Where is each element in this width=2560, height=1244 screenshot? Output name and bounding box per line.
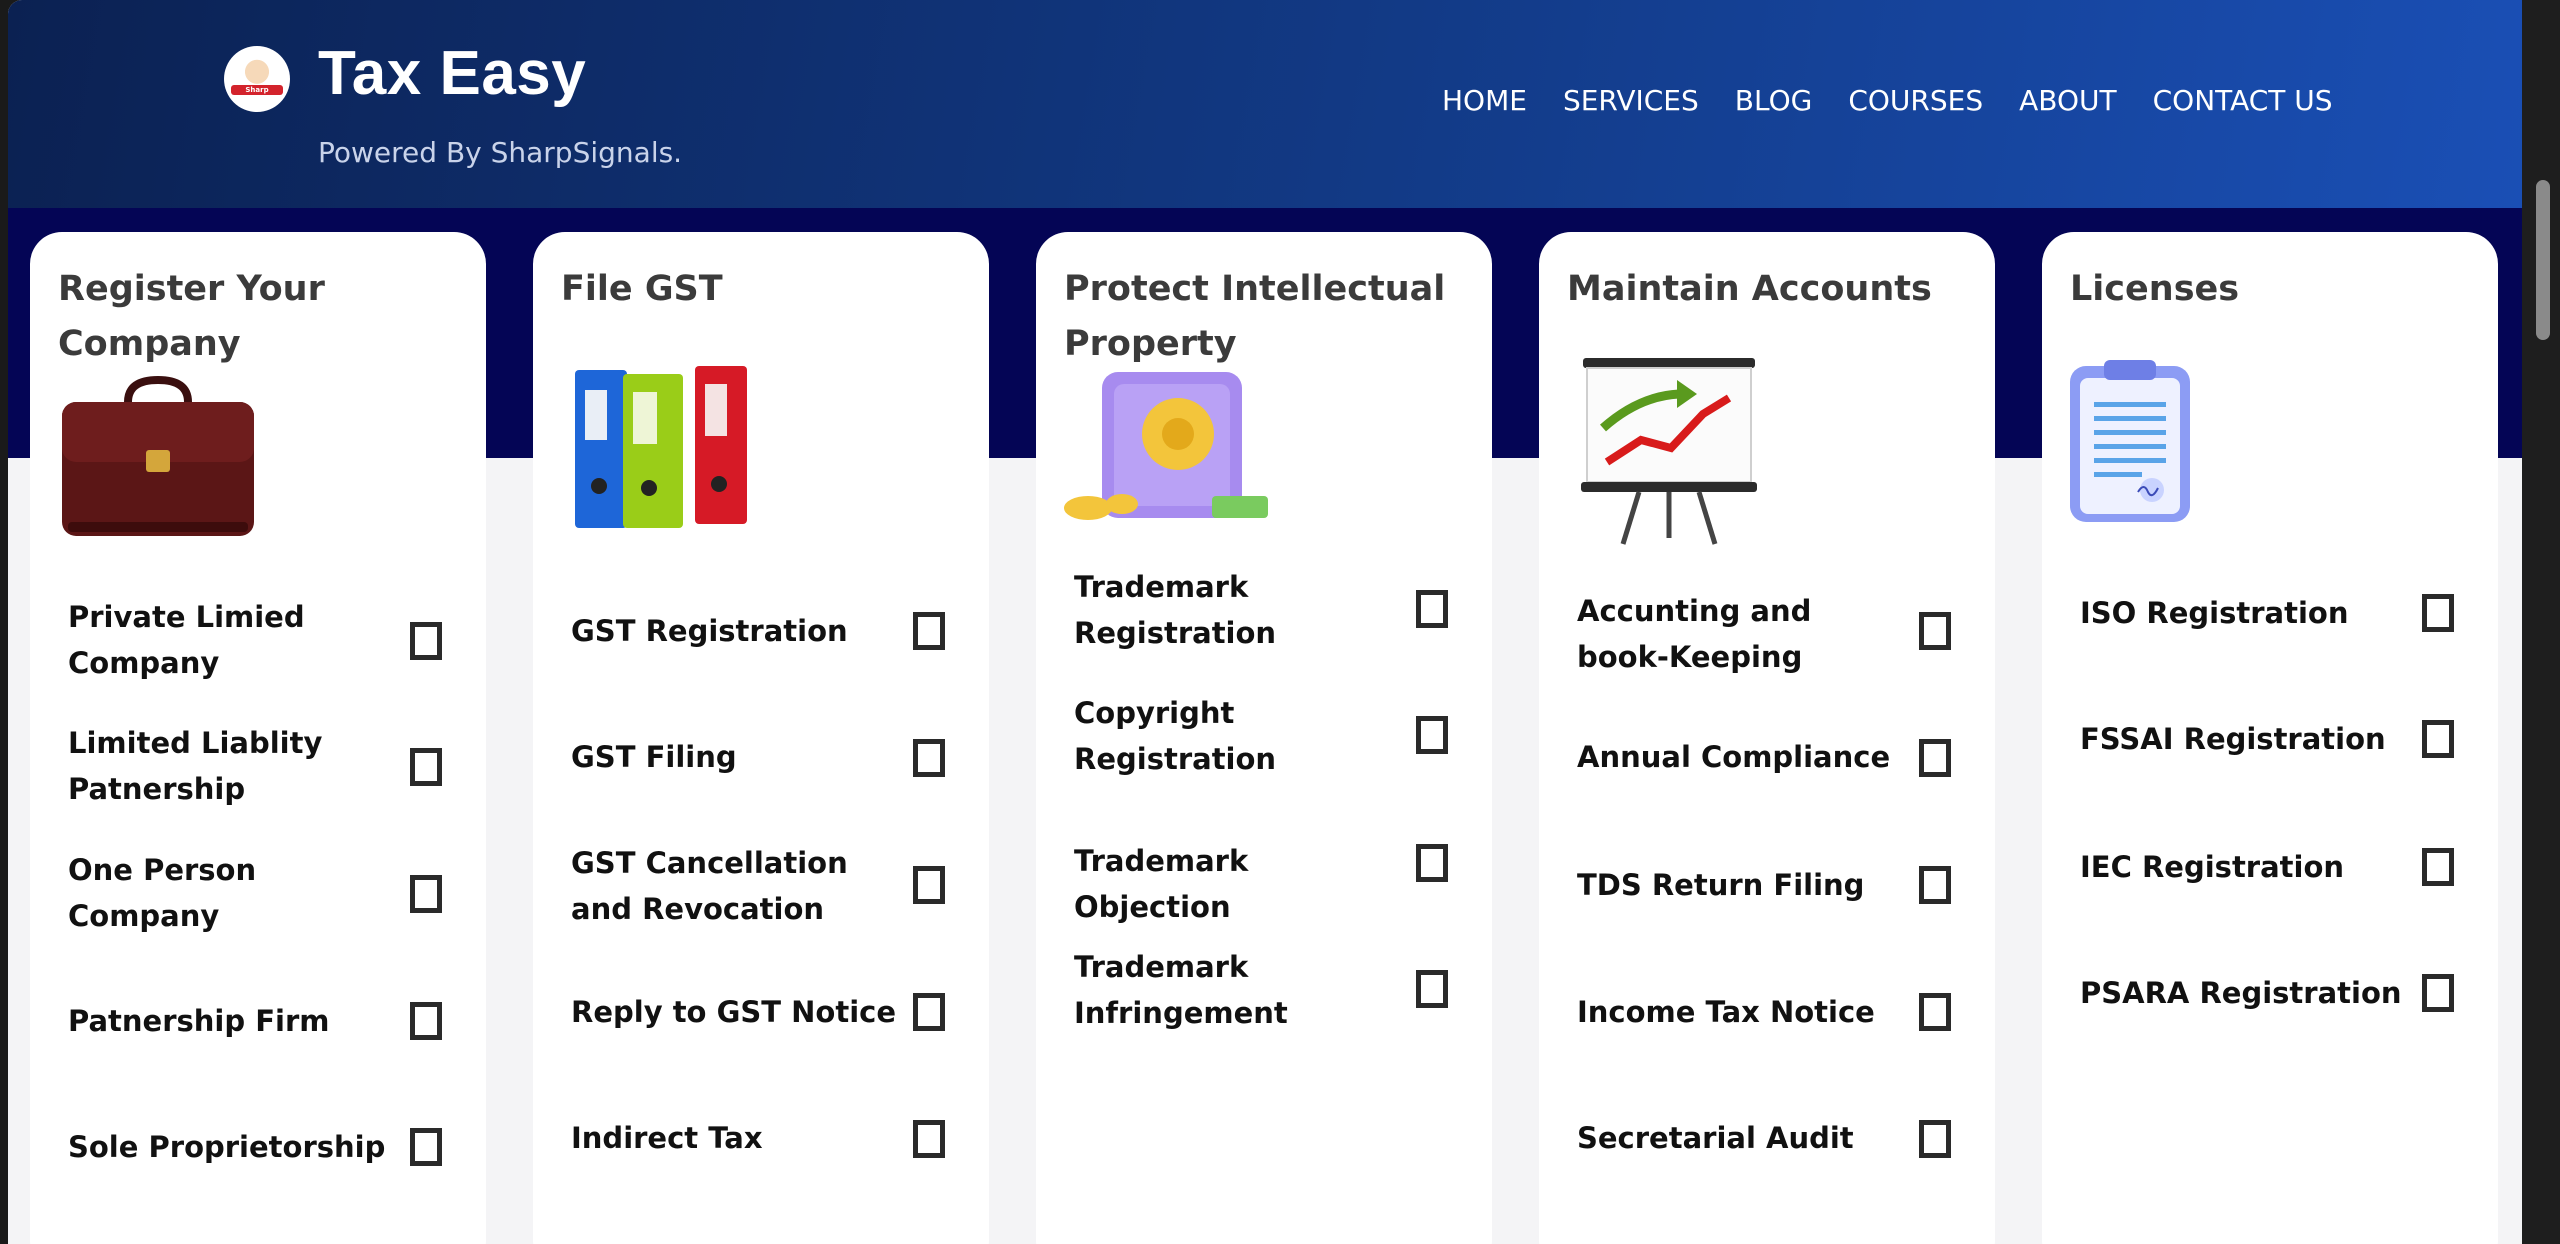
logo-tag: Sharp Signals [231, 85, 283, 104]
service-checkbox[interactable] [913, 739, 945, 777]
service-item-label[interactable]: FSSAI Registration [2080, 716, 2410, 762]
service-item-label[interactable]: Trademark Infringement [1074, 944, 1404, 1036]
nav-courses[interactable]: COURSES [1848, 84, 1983, 117]
service-checkbox[interactable] [1416, 970, 1448, 1008]
safe-icon [1062, 368, 1272, 532]
service-checkbox[interactable] [410, 622, 442, 660]
service-item-label[interactable]: Private Limied Company [68, 594, 398, 686]
service-card-register-company: Register Your Company Private Limied Com… [30, 232, 486, 1244]
service-checkbox[interactable] [2422, 974, 2454, 1012]
service-item-label[interactable]: GST Cancellation and Revocation [571, 840, 901, 932]
card-title: Register Your Company [58, 269, 325, 364]
service-item-label[interactable]: Indirect Tax [571, 1115, 901, 1161]
service-item-label[interactable]: Annual Compliance [1577, 734, 1907, 780]
service-checkbox[interactable] [410, 1002, 442, 1040]
service-checkbox[interactable] [1919, 866, 1951, 904]
service-item-label[interactable]: ISO Registration [2080, 590, 2410, 636]
service-checkbox[interactable] [1416, 844, 1448, 882]
page-viewport: Sharp Signals Tax Easy Powered By SharpS… [8, 0, 2522, 1244]
brand-subtitle: Powered By SharpSignals. [318, 136, 683, 169]
service-item-label[interactable]: Accunting and book-Keeping [1577, 588, 1907, 680]
service-card-protect-ip: Protect Intellectual Property Trademark … [1036, 232, 1492, 1244]
service-checkbox[interactable] [1416, 716, 1448, 754]
service-item-label[interactable]: Trademark Objection [1074, 838, 1404, 930]
service-checkbox[interactable] [2422, 720, 2454, 758]
card-title: File GST [561, 269, 723, 309]
nav-home[interactable]: HOME [1442, 84, 1527, 117]
nav-services[interactable]: SERVICES [1563, 84, 1699, 117]
service-item-label[interactable]: Trademark Registration [1074, 564, 1404, 656]
service-item-label[interactable]: Secretarial Audit [1577, 1115, 1907, 1161]
service-checkbox[interactable] [1919, 1120, 1951, 1158]
nav-blog[interactable]: BLOG [1735, 84, 1813, 117]
service-checkbox[interactable] [1919, 993, 1951, 1031]
service-checkbox[interactable] [410, 748, 442, 786]
service-item-label[interactable]: GST Registration [571, 608, 901, 654]
service-checkbox[interactable] [913, 1120, 945, 1158]
nav-about[interactable]: ABOUT [2019, 84, 2117, 117]
card-title: Maintain Accounts [1567, 269, 1932, 309]
service-item-label[interactable]: TDS Return Filing [1577, 862, 1907, 908]
clipboard-document-icon [2068, 360, 2192, 528]
binders-icon [571, 360, 751, 534]
logo-avatar-icon: Sharp Signals [231, 55, 283, 104]
service-item-label[interactable]: Reply to GST Notice [571, 989, 901, 1035]
service-item-label[interactable]: One Person Company [68, 847, 398, 939]
scrollbar-thumb[interactable] [2536, 180, 2550, 340]
site-header: Sharp Signals Tax Easy Powered By SharpS… [8, 0, 2522, 208]
service-item-label[interactable]: GST Filing [571, 734, 901, 780]
site-logo[interactable]: Sharp Signals [224, 46, 290, 112]
service-item-label[interactable]: Sole Proprietorship [68, 1124, 398, 1170]
nav-contact-us[interactable]: CONTACT US [2153, 84, 2333, 117]
brand-title[interactable]: Tax Easy [318, 38, 586, 109]
service-card-licenses: Licenses ISO Registration FSSAI Registra… [2042, 232, 2498, 1244]
main-nav: HOME SERVICES BLOG COURSES ABOUT CONTACT… [1442, 84, 2369, 117]
service-checkbox[interactable] [1919, 612, 1951, 650]
service-checkbox[interactable] [2422, 594, 2454, 632]
briefcase-icon [58, 372, 258, 546]
service-card-maintain-accounts: Maintain Accounts Accunting and book-Kee… [1539, 232, 1995, 1244]
service-checkbox[interactable] [410, 875, 442, 913]
service-item-label[interactable]: Limited Liablity Patnership [68, 720, 398, 812]
service-checkbox[interactable] [2422, 848, 2454, 886]
service-card-file-gst: File GST GST Registration GST Filing GST… [533, 232, 989, 1244]
service-checkbox[interactable] [913, 866, 945, 904]
service-checkbox[interactable] [1416, 590, 1448, 628]
service-checkbox[interactable] [913, 993, 945, 1031]
service-item-label[interactable]: IEC Registration [2080, 844, 2410, 890]
browser-frame: Sharp Signals Tax Easy Powered By SharpS… [0, 0, 2560, 1244]
card-title: Protect Intellectual Property [1064, 269, 1446, 364]
service-checkbox[interactable] [913, 612, 945, 650]
service-item-label[interactable]: Patnership Firm [68, 998, 398, 1044]
scrollbar[interactable] [2522, 0, 2560, 1244]
card-title: Licenses [2070, 269, 2240, 309]
chart-board-icon [1579, 358, 1759, 552]
service-checkbox[interactable] [410, 1128, 442, 1166]
service-item-label[interactable]: Copyright Registration [1074, 690, 1404, 782]
service-item-label[interactable]: PSARA Registration [2080, 970, 2410, 1016]
service-item-label[interactable]: Income Tax Notice [1577, 989, 1907, 1035]
service-checkbox[interactable] [1919, 739, 1951, 777]
